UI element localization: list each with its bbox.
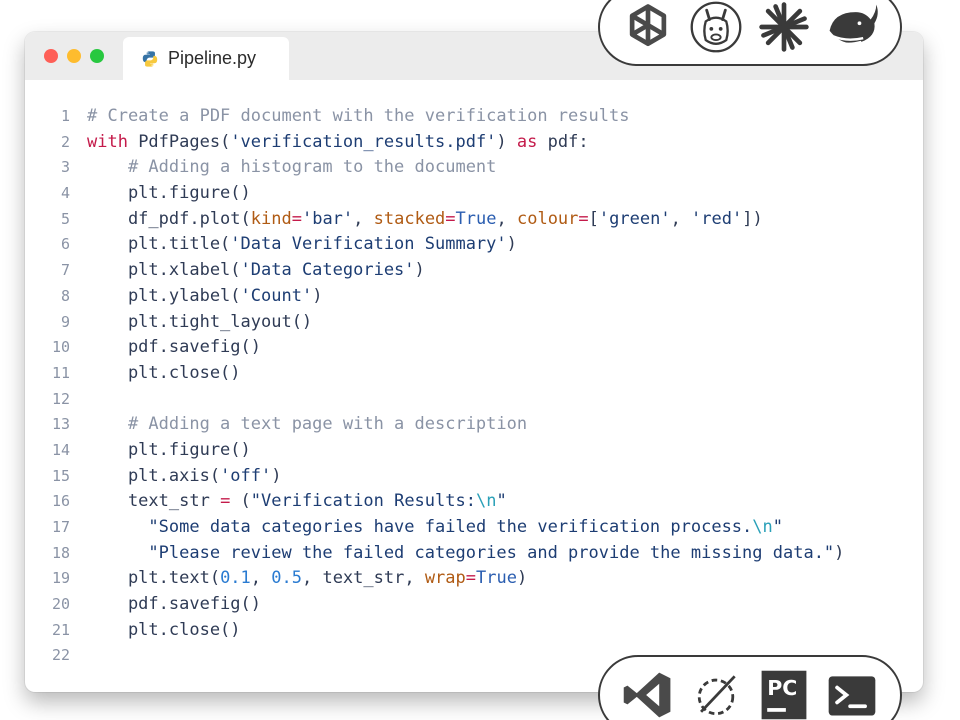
- ai-models-badge: [598, 0, 902, 66]
- line-number: 1: [60, 107, 70, 125]
- code-text: df_pdf.plot(kind='bar', stacked=True, co…: [87, 208, 763, 229]
- code-line[interactable]: 14 plt.figure(): [25, 438, 923, 464]
- eclipse-icon: [687, 666, 745, 720]
- code-editor[interactable]: 1 # Create a PDF document with the verifi…: [25, 104, 923, 669]
- line-number: 22: [51, 646, 70, 665]
- openai-icon: [619, 0, 677, 56]
- terminal-icon: [823, 666, 881, 720]
- line-number: 7: [60, 261, 70, 280]
- code-line[interactable]: 11 plt.close(): [25, 361, 923, 387]
- code-line[interactable]: 1 # Create a PDF document with the verifi…: [25, 104, 923, 130]
- line-number: 6: [60, 235, 70, 254]
- code-line[interactable]: 20 pdf.savefig(): [25, 592, 923, 618]
- code-line[interactable]: 13 # Adding a text page with a descripti…: [25, 412, 923, 438]
- close-button[interactable]: [44, 49, 58, 63]
- editor-window: Pipeline.py 1 # Create a PDF document wit…: [25, 32, 923, 692]
- tab-pipeline-py[interactable]: Pipeline.py: [123, 37, 289, 80]
- asterisk-starburst-icon: [755, 0, 813, 56]
- code-text: plt.title('Data Verification Summary'): [87, 234, 517, 255]
- code-text: plt.figure(): [87, 439, 251, 460]
- line-number: 13: [51, 415, 70, 434]
- code-text: plt.text(0.1, 0.5, text_str, wrap=True): [87, 568, 528, 589]
- line-number: 18: [51, 543, 70, 562]
- code-line[interactable]: 21 plt.close(): [25, 618, 923, 644]
- line-number: 8: [60, 286, 70, 305]
- code-line[interactable]: 6 plt.title('Data Verification Summary'): [25, 232, 923, 258]
- code-text: "Please review the failed categories and…: [148, 542, 845, 563]
- line-number: 3: [60, 158, 70, 177]
- code-text: plt.close(): [87, 362, 241, 383]
- code-text: # Create a PDF document with the verific…: [87, 106, 630, 126]
- vscode-icon: [619, 666, 677, 720]
- line-number: 21: [51, 620, 70, 639]
- code-text: "Some data categories have failed the ve…: [148, 517, 784, 537]
- ide-badge: PC: [598, 655, 902, 720]
- line-number: 9: [60, 312, 70, 331]
- code-text: pdf.savefig(): [87, 594, 261, 615]
- code-text: plt.axis('off'): [87, 465, 282, 486]
- code-line[interactable]: 3 # Adding a histogram to the document: [25, 155, 923, 181]
- code-text: text_str = ("Verification Results:\n": [87, 491, 507, 512]
- code-text: plt.xlabel('Data Categories'): [87, 260, 425, 281]
- code-line[interactable]: 4 plt.figure(): [25, 181, 923, 207]
- line-number: 10: [51, 338, 70, 357]
- pycharm-icon: PC: [755, 666, 813, 720]
- code-line[interactable]: 9 plt.tight_layout(): [25, 310, 923, 336]
- code-line[interactable]: 7 plt.xlabel('Data Categories'): [25, 258, 923, 284]
- code-line[interactable]: 8 plt.ylabel('Count'): [25, 284, 923, 310]
- line-number: 11: [51, 363, 70, 382]
- code-line[interactable]: 10 pdf.savefig(): [25, 335, 923, 361]
- code-line[interactable]: 18 "Please review the failed categories …: [25, 541, 923, 567]
- code-text: with PdfPages('verification_results.pdf'…: [87, 131, 589, 152]
- line-number: 15: [51, 466, 70, 485]
- code-line[interactable]: 5 df_pdf.plot(kind='bar', stacked=True, …: [25, 207, 923, 233]
- code-text: plt.ylabel('Count'): [87, 285, 323, 306]
- line-number: 5: [60, 209, 70, 228]
- line-number: 4: [60, 184, 70, 203]
- tab-label: Pipeline.py: [168, 48, 257, 68]
- svg-text:PC: PC: [767, 676, 797, 700]
- code-line[interactable]: 17 "Some data categories have failed the…: [25, 515, 923, 541]
- line-number: 14: [51, 440, 70, 459]
- python-icon: [142, 50, 158, 67]
- code-text: plt.tight_layout(): [87, 311, 313, 332]
- line-number: 17: [51, 518, 70, 536]
- line-number: 19: [51, 569, 70, 588]
- code-text: plt.figure(): [87, 183, 251, 204]
- maximize-button[interactable]: [90, 49, 104, 63]
- code-text: # Adding a text page with a description: [87, 414, 528, 435]
- code-text: # Adding a histogram to the document: [87, 157, 497, 178]
- code-line[interactable]: 19 plt.text(0.1, 0.5, text_str, wrap=Tru…: [25, 566, 923, 592]
- line-number: 20: [51, 595, 70, 614]
- code-line[interactable]: 16 text_str = ("Verification Results:\n": [25, 489, 923, 515]
- code-line[interactable]: 15 plt.axis('off'): [25, 464, 923, 490]
- code-line[interactable]: 12: [25, 387, 923, 413]
- line-number: 16: [51, 492, 70, 511]
- whale-icon: [823, 0, 881, 56]
- code-text: pdf.savefig(): [87, 337, 261, 358]
- code-line[interactable]: 2 with PdfPages('verification_results.pdf…: [25, 130, 923, 156]
- line-number: 2: [60, 132, 70, 151]
- llama-icon: [687, 0, 745, 56]
- line-number: 12: [51, 389, 70, 408]
- minimize-button[interactable]: [67, 49, 81, 63]
- code-text: plt.close(): [87, 619, 241, 640]
